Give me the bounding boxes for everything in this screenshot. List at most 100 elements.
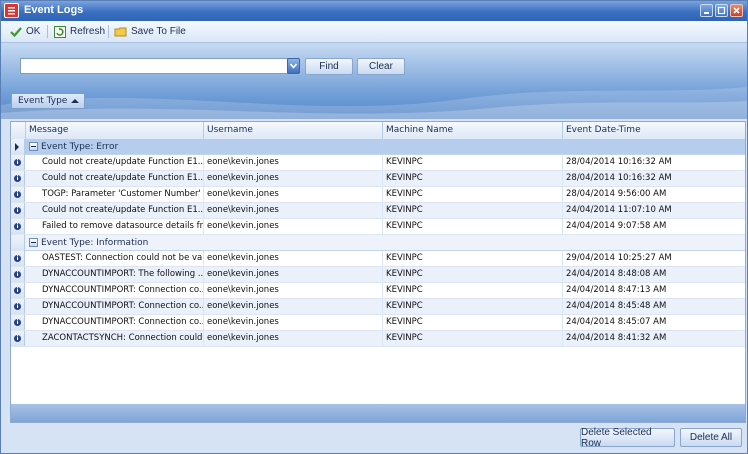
row-indicator: i [11,203,25,218]
cell-username: eone\kevin.jones [203,283,382,298]
cell-username: eone\kevin.jones [203,299,382,314]
row-indicator: i [11,219,25,234]
cell-message: DYNACCOUNTIMPORT: Connection co... [42,317,203,327]
cell-username: eone\kevin.jones [203,171,382,186]
group-chip-label: Event Type [18,96,68,106]
current-row-pointer-icon [15,143,19,151]
cell-machine: KEVINPC [382,331,562,346]
delete-all-button[interactable]: Delete All [680,428,742,447]
cell-message: Could not create/update Function E1... [42,173,203,183]
cell-machine: KEVINPC [382,283,562,298]
save-to-file-label: Save To File [131,26,186,37]
close-button[interactable] [730,4,743,17]
clear-button[interactable]: Clear [357,58,405,75]
app-icon [4,3,19,18]
cell-machine: KEVINPC [382,155,562,170]
info-icon: i [14,255,21,262]
minimize-button[interactable] [700,4,713,17]
row-indicator [11,139,25,155]
column-header-message[interactable]: Message [25,122,203,139]
toolbar: OK Refresh Save To File [1,21,747,43]
maximize-button[interactable] [715,4,728,17]
ok-button[interactable]: OK [9,24,40,39]
collapse-group-icon[interactable] [29,238,38,247]
cell-machine: KEVINPC [382,187,562,202]
cell-datetime: 28/04/2014 10:16:32 AM [562,171,745,186]
sort-ascending-icon [71,99,79,103]
table-row[interactable]: i Could not create/update Function E1...… [11,171,745,187]
refresh-label: Refresh [70,26,106,37]
row-indicator: i [11,187,25,202]
cell-datetime: 24/04/2014 8:45:07 AM [562,315,745,330]
cell-datetime: 24/04/2014 8:48:08 AM [562,267,745,282]
cell-datetime: 28/04/2014 10:16:32 AM [562,155,745,170]
info-icon: i [14,207,21,214]
info-icon: i [14,335,21,342]
ok-label: OK [26,26,41,37]
row-indicator [11,235,25,251]
column-header-machine-name[interactable]: Machine Name [382,122,562,139]
event-log-grid[interactable]: Message Username Machine Name Event Date… [10,121,746,406]
row-indicator: i [11,267,25,282]
group-label: Event Type: Error [41,142,119,152]
delete-selected-row-button[interactable]: Delete Selected Row [580,427,675,449]
cell-username: eone\kevin.jones [203,251,382,266]
column-header-username[interactable]: Username [203,122,382,139]
table-row[interactable]: i TOGP: Parameter 'Customer Number' i...… [11,187,745,203]
row-indicator: i [11,331,25,346]
group-row-error[interactable]: Event Type: Error [11,139,745,155]
row-indicator: i [11,251,25,266]
cell-message: Failed to remove datasource details fr..… [42,221,203,231]
event-logs-window: Event Logs OK Refresh Save To File Find … [0,0,748,454]
cell-machine: KEVINPC [382,171,562,186]
table-row[interactable]: i Could not create/update Function E1...… [11,155,745,171]
save-to-file-button[interactable]: Save To File [114,24,186,39]
header-indicator-cell [11,122,25,139]
title-bar[interactable]: Event Logs [1,1,747,21]
checkmark-icon [9,25,23,39]
row-indicator: i [11,155,25,170]
cell-datetime: 24/04/2014 11:07:10 AM [562,203,745,218]
table-row[interactable]: i Failed to remove datasource details fr… [11,219,745,235]
cell-message: ZACONTACTSYNCH: Connection could... [42,333,203,343]
info-icon: i [14,271,21,278]
table-row[interactable]: i DYNACCOUNTIMPORT: The following ... eo… [11,267,745,283]
refresh-button[interactable]: Refresh [53,24,105,39]
table-row[interactable]: i DYNACCOUNTIMPORT: Connection co... eon… [11,315,745,331]
table-row[interactable]: i Could not create/update Function E1...… [11,203,745,219]
find-button[interactable]: Find [305,58,353,75]
cell-message: DYNACCOUNTIMPORT: Connection co... [42,285,203,295]
table-row[interactable]: i ZACONTACTSYNCH: Connection could... eo… [11,331,745,347]
cell-username: eone\kevin.jones [203,219,382,234]
collapse-group-icon[interactable] [29,142,38,151]
search-panel: Find Clear Event Type [1,43,747,119]
cell-username: eone\kevin.jones [203,315,382,330]
search-dropdown-button[interactable] [287,58,300,74]
cell-datetime: 24/04/2014 9:07:58 AM [562,219,745,234]
toolbar-separator [47,25,48,38]
row-indicator: i [11,283,25,298]
table-row[interactable]: i OASTEST: Connection could not be va...… [11,251,745,267]
info-icon: i [14,223,21,230]
cell-machine: KEVINPC [382,219,562,234]
info-icon: i [14,175,21,182]
cell-username: eone\kevin.jones [203,203,382,218]
grid-header: Message Username Machine Name Event Date… [11,122,745,140]
bottom-button-bar: Delete Selected Row Delete All [1,423,747,453]
table-row[interactable]: i DYNACCOUNTIMPORT: Connection co... eon… [11,283,745,299]
info-icon: i [14,303,21,310]
window-title: Event Logs [24,4,84,16]
cell-message: TOGP: Parameter 'Customer Number' i... [42,189,203,199]
search-input[interactable] [20,58,288,74]
cell-datetime: 24/04/2014 8:47:13 AM [562,283,745,298]
row-indicator: i [11,315,25,330]
cell-username: eone\kevin.jones [203,155,382,170]
row-indicator: i [11,171,25,186]
folder-icon [114,25,128,39]
cell-username: eone\kevin.jones [203,187,382,202]
group-row-information[interactable]: Event Type: Information [11,235,745,251]
info-icon: i [14,191,21,198]
group-by-event-type-chip[interactable]: Event Type [11,93,85,109]
column-header-event-date-time[interactable]: Event Date-Time [562,122,745,139]
table-row[interactable]: i DYNACCOUNTIMPORT: Connection co... eon… [11,299,745,315]
